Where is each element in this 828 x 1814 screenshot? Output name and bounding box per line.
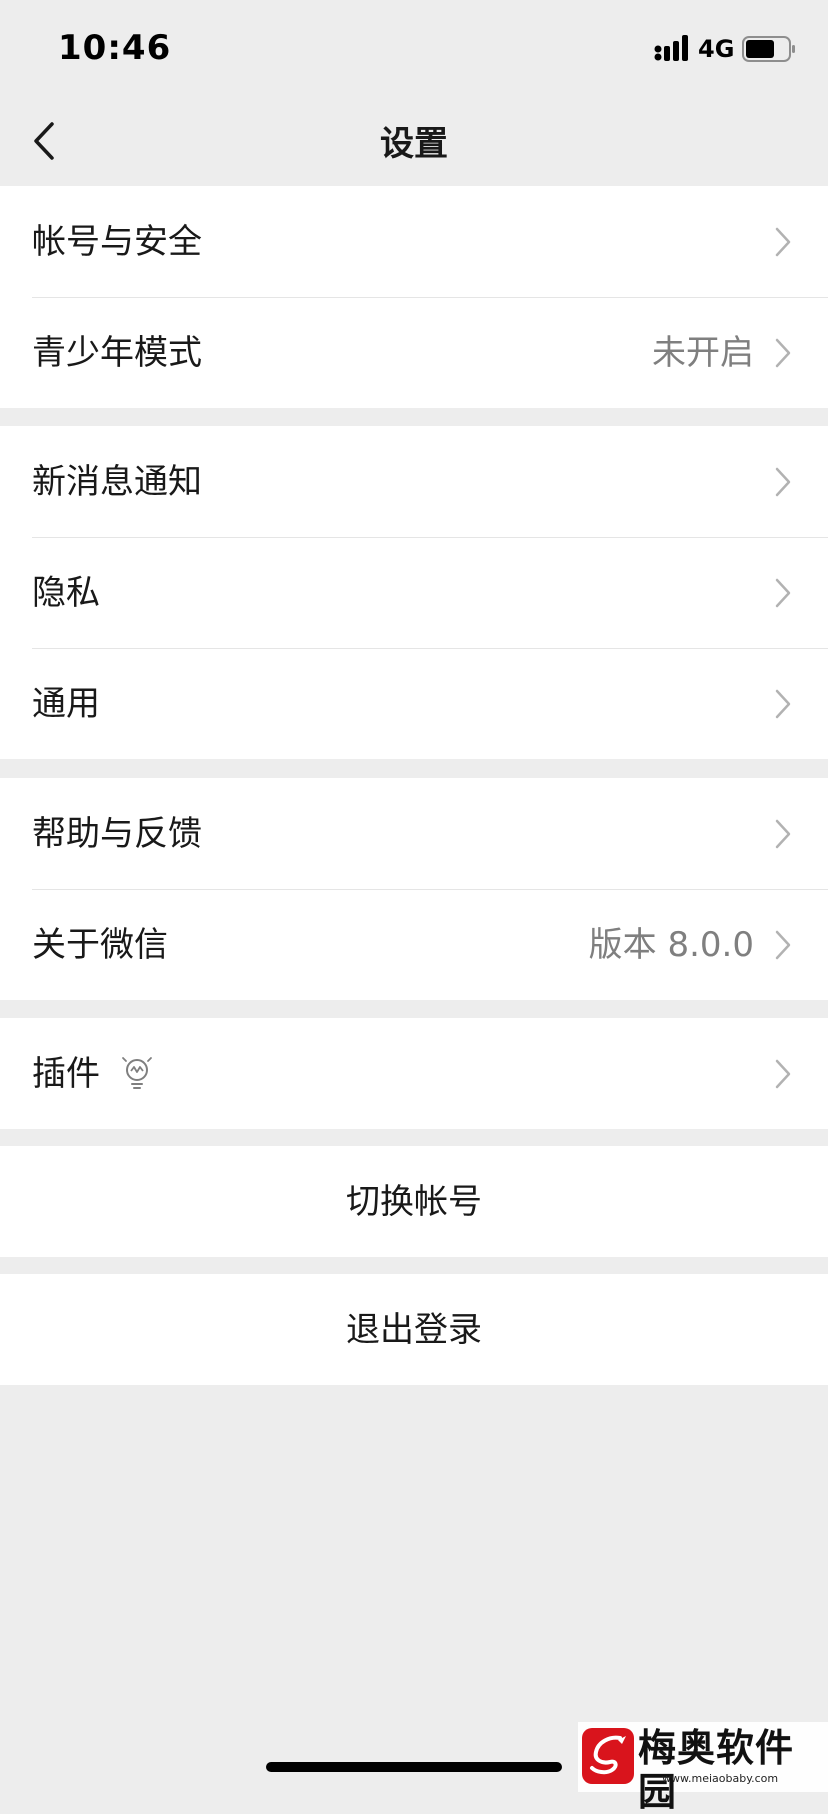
watermark-url: www.meiaobaby.com xyxy=(662,1772,779,1785)
chevron-right-icon xyxy=(775,1059,791,1089)
settings-item-label: 帮助与反馈 xyxy=(32,814,202,854)
dragon-logo-icon xyxy=(582,1728,634,1784)
signal-icon xyxy=(654,35,688,61)
settings-item-label: 插件 xyxy=(32,1054,100,1094)
watermark-name: 梅奥软件园 xyxy=(638,1726,795,1814)
chevron-right-icon xyxy=(775,338,791,368)
logout-button[interactable]: 退出登录 xyxy=(0,1274,828,1385)
battery-icon xyxy=(742,36,795,62)
settings-item-youth-mode[interactable]: 青少年模式 未开启 xyxy=(0,297,828,408)
settings-group-about: 帮助与反馈 关于微信 版本 8.0.0 xyxy=(0,778,828,1000)
settings-item-label: 通用 xyxy=(32,684,100,724)
settings-item-plugins[interactable]: 插件 xyxy=(0,1018,828,1129)
settings-item-label: 隐私 xyxy=(32,573,100,613)
settings-item-help-feedback[interactable]: 帮助与反馈 xyxy=(0,778,828,889)
settings-item-account-security[interactable]: 帐号与安全 xyxy=(0,186,828,297)
settings-item-label: 青少年模式 xyxy=(32,333,202,373)
chevron-right-icon xyxy=(775,578,791,608)
logout-label: 退出登录 xyxy=(346,1310,482,1350)
switch-account-button[interactable]: 切换帐号 xyxy=(0,1146,828,1257)
settings-item-privacy[interactable]: 隐私 xyxy=(0,537,828,648)
settings-item-general[interactable]: 通用 xyxy=(0,648,828,759)
settings-group-plugins: 插件 xyxy=(0,1018,828,1129)
version-label: 版本 8.0.0 xyxy=(588,925,754,965)
chevron-right-icon xyxy=(775,819,791,849)
settings-item-label: 关于微信 xyxy=(32,925,168,965)
settings-group-account: 帐号与安全 青少年模式 未开启 xyxy=(0,186,828,408)
navigation-bar: 设置 xyxy=(0,96,828,186)
home-indicator[interactable] xyxy=(266,1762,562,1772)
status-bar: 10:46 4G xyxy=(0,0,828,96)
page-title: 设置 xyxy=(380,124,448,164)
switch-account-label: 切换帐号 xyxy=(346,1182,482,1222)
settings-item-notifications[interactable]: 新消息通知 xyxy=(0,426,828,537)
switch-account-group: 切换帐号 xyxy=(0,1146,828,1257)
settings-item-about-wechat[interactable]: 关于微信 版本 8.0.0 xyxy=(0,889,828,1000)
chevron-right-icon xyxy=(775,930,791,960)
network-type: 4G xyxy=(698,35,735,63)
settings-group-general: 新消息通知 隐私 通用 xyxy=(0,426,828,759)
watermark: 梅奥软件园 www.meiaobaby.com xyxy=(578,1722,828,1814)
settings-item-label: 新消息通知 xyxy=(32,462,202,502)
chevron-right-icon xyxy=(775,227,791,257)
lightbulb-icon xyxy=(122,1057,152,1089)
settings-item-label: 帐号与安全 xyxy=(32,222,202,262)
chevron-right-icon xyxy=(775,689,791,719)
youth-mode-status: 未开启 xyxy=(652,333,754,373)
logout-group: 退出登录 xyxy=(0,1274,828,1385)
status-time: 10:46 xyxy=(58,28,172,68)
chevron-right-icon xyxy=(775,467,791,497)
